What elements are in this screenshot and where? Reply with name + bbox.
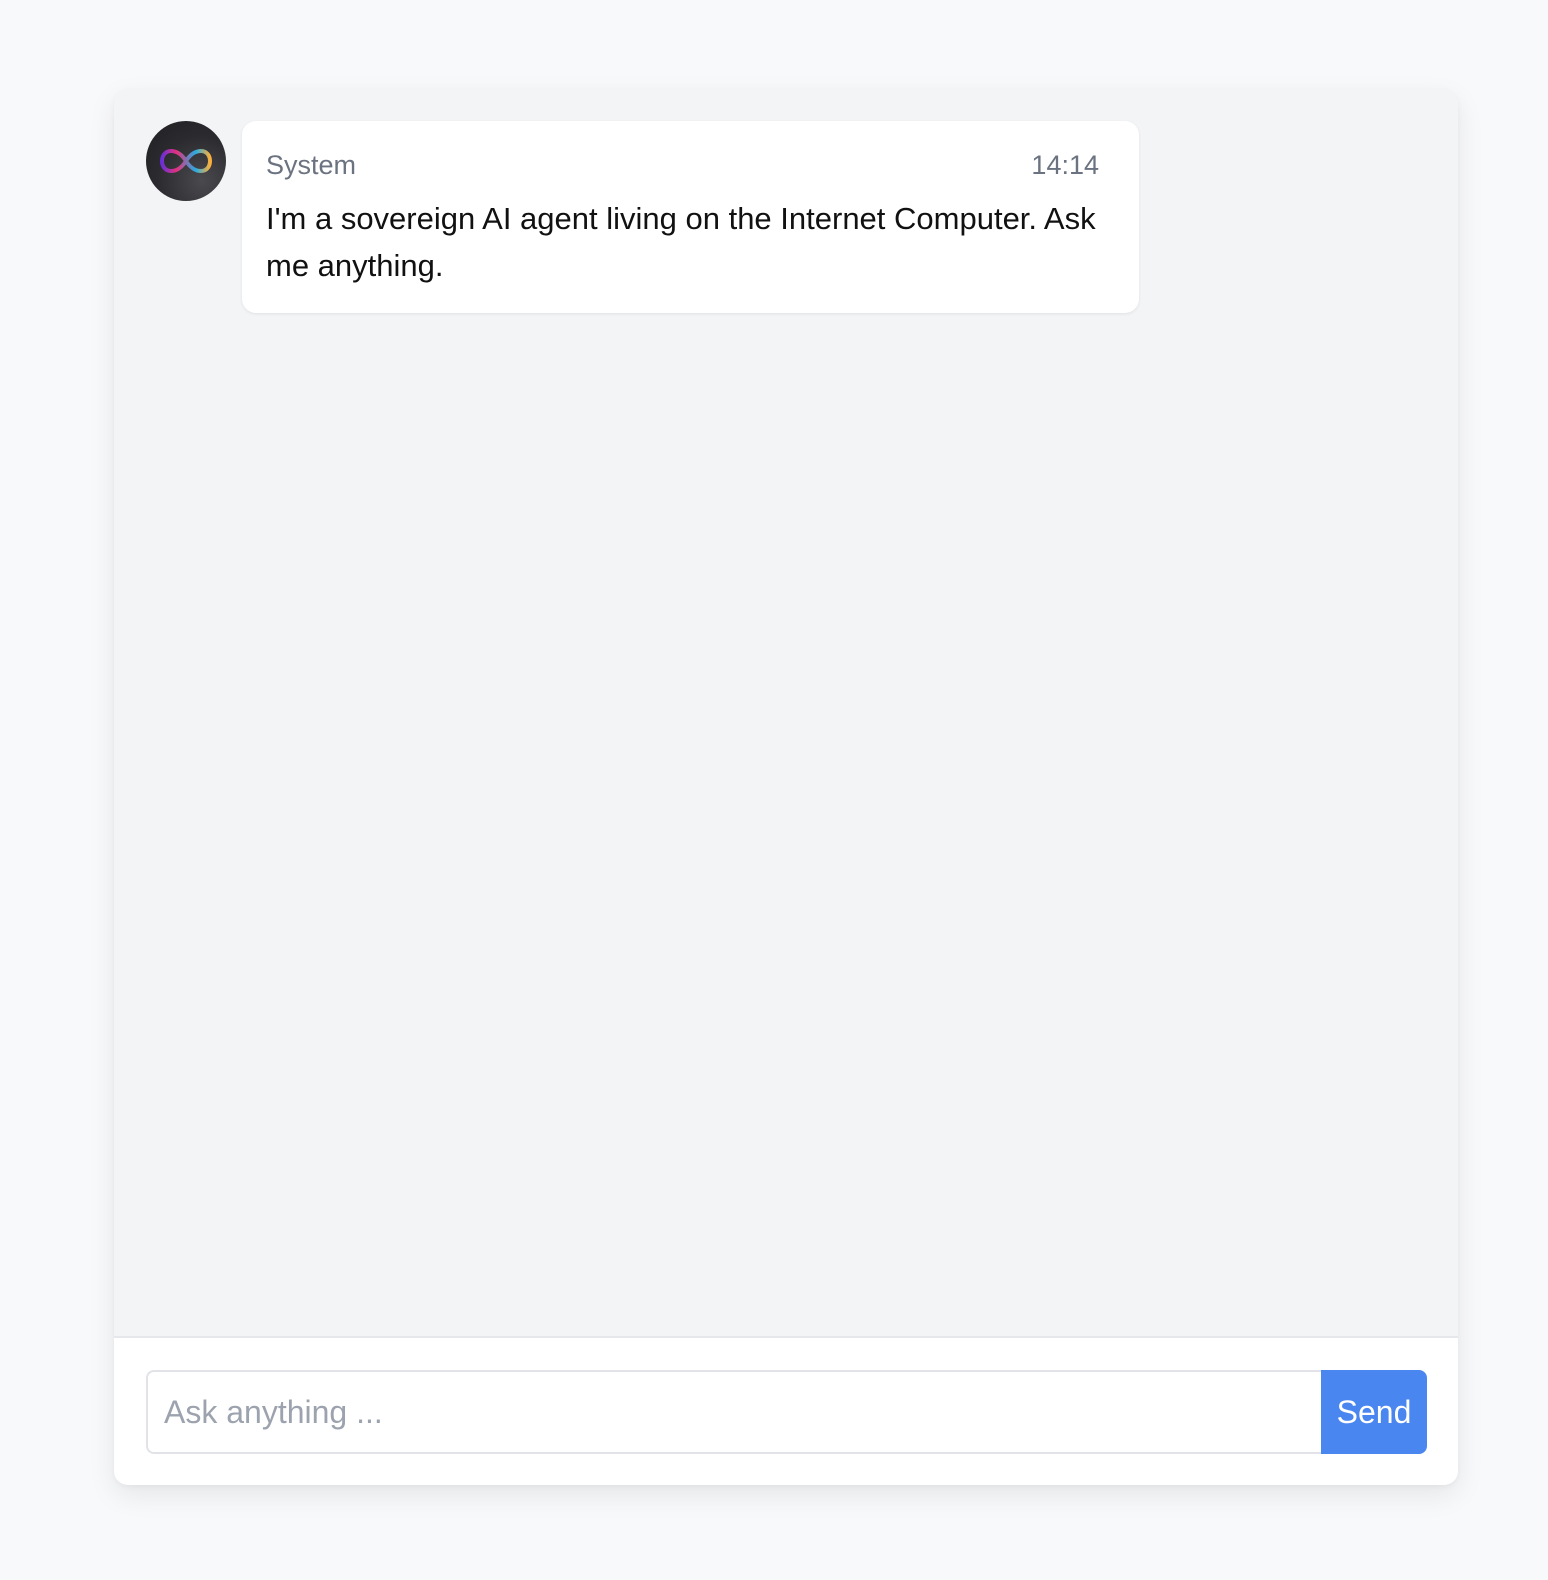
message-list[interactable]: System 14:14 I'm a sovereign AI agent li… bbox=[114, 89, 1458, 1336]
message-item: System 14:14 I'm a sovereign AI agent li… bbox=[146, 121, 1139, 313]
message-text: I'm a sovereign AI agent living on the I… bbox=[266, 201, 1096, 283]
ask-input[interactable] bbox=[146, 1370, 1321, 1454]
avatar bbox=[146, 121, 226, 201]
message-bubble: System 14:14 I'm a sovereign AI agent li… bbox=[242, 121, 1139, 313]
chat-panel: System 14:14 I'm a sovereign AI agent li… bbox=[114, 89, 1458, 1485]
infinity-logo-icon bbox=[159, 148, 213, 174]
composer-bar: Send bbox=[114, 1336, 1458, 1485]
input-group: Send bbox=[146, 1370, 1427, 1454]
message-timestamp: 14:14 bbox=[1031, 150, 1099, 180]
message-author: System bbox=[266, 150, 357, 180]
send-button[interactable]: Send bbox=[1321, 1370, 1427, 1454]
message-header: System 14:14 bbox=[266, 147, 1099, 183]
